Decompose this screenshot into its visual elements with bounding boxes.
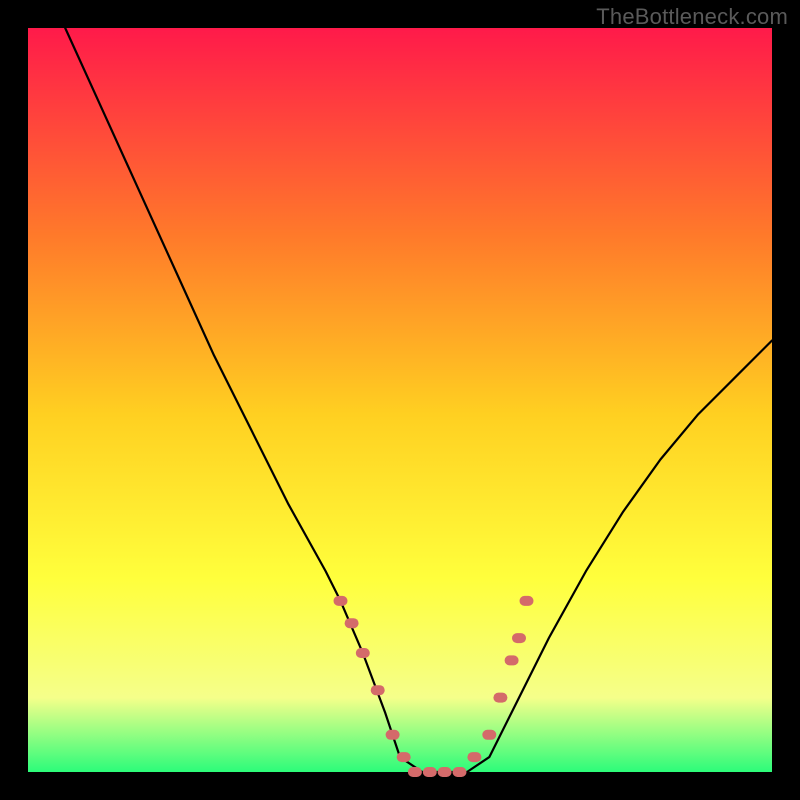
optimal-marker — [423, 767, 437, 777]
optimal-marker — [408, 767, 422, 777]
optimal-marker — [493, 693, 507, 703]
optimal-marker — [512, 633, 526, 643]
watermark: TheBottleneck.com — [596, 4, 788, 30]
optimal-marker — [371, 685, 385, 695]
optimal-marker — [438, 767, 452, 777]
optimal-marker — [505, 655, 519, 665]
optimal-marker — [345, 618, 359, 628]
optimal-marker — [467, 752, 481, 762]
bottleneck-chart: TheBottleneck.com — [0, 0, 800, 800]
plot-area — [28, 28, 772, 772]
optimal-marker — [453, 767, 467, 777]
optimal-marker — [386, 730, 400, 740]
optimal-marker — [356, 648, 370, 658]
optimal-marker — [397, 752, 411, 762]
chart-svg — [0, 0, 800, 800]
optimal-marker — [520, 596, 534, 606]
optimal-marker — [482, 730, 496, 740]
optimal-marker — [334, 596, 348, 606]
